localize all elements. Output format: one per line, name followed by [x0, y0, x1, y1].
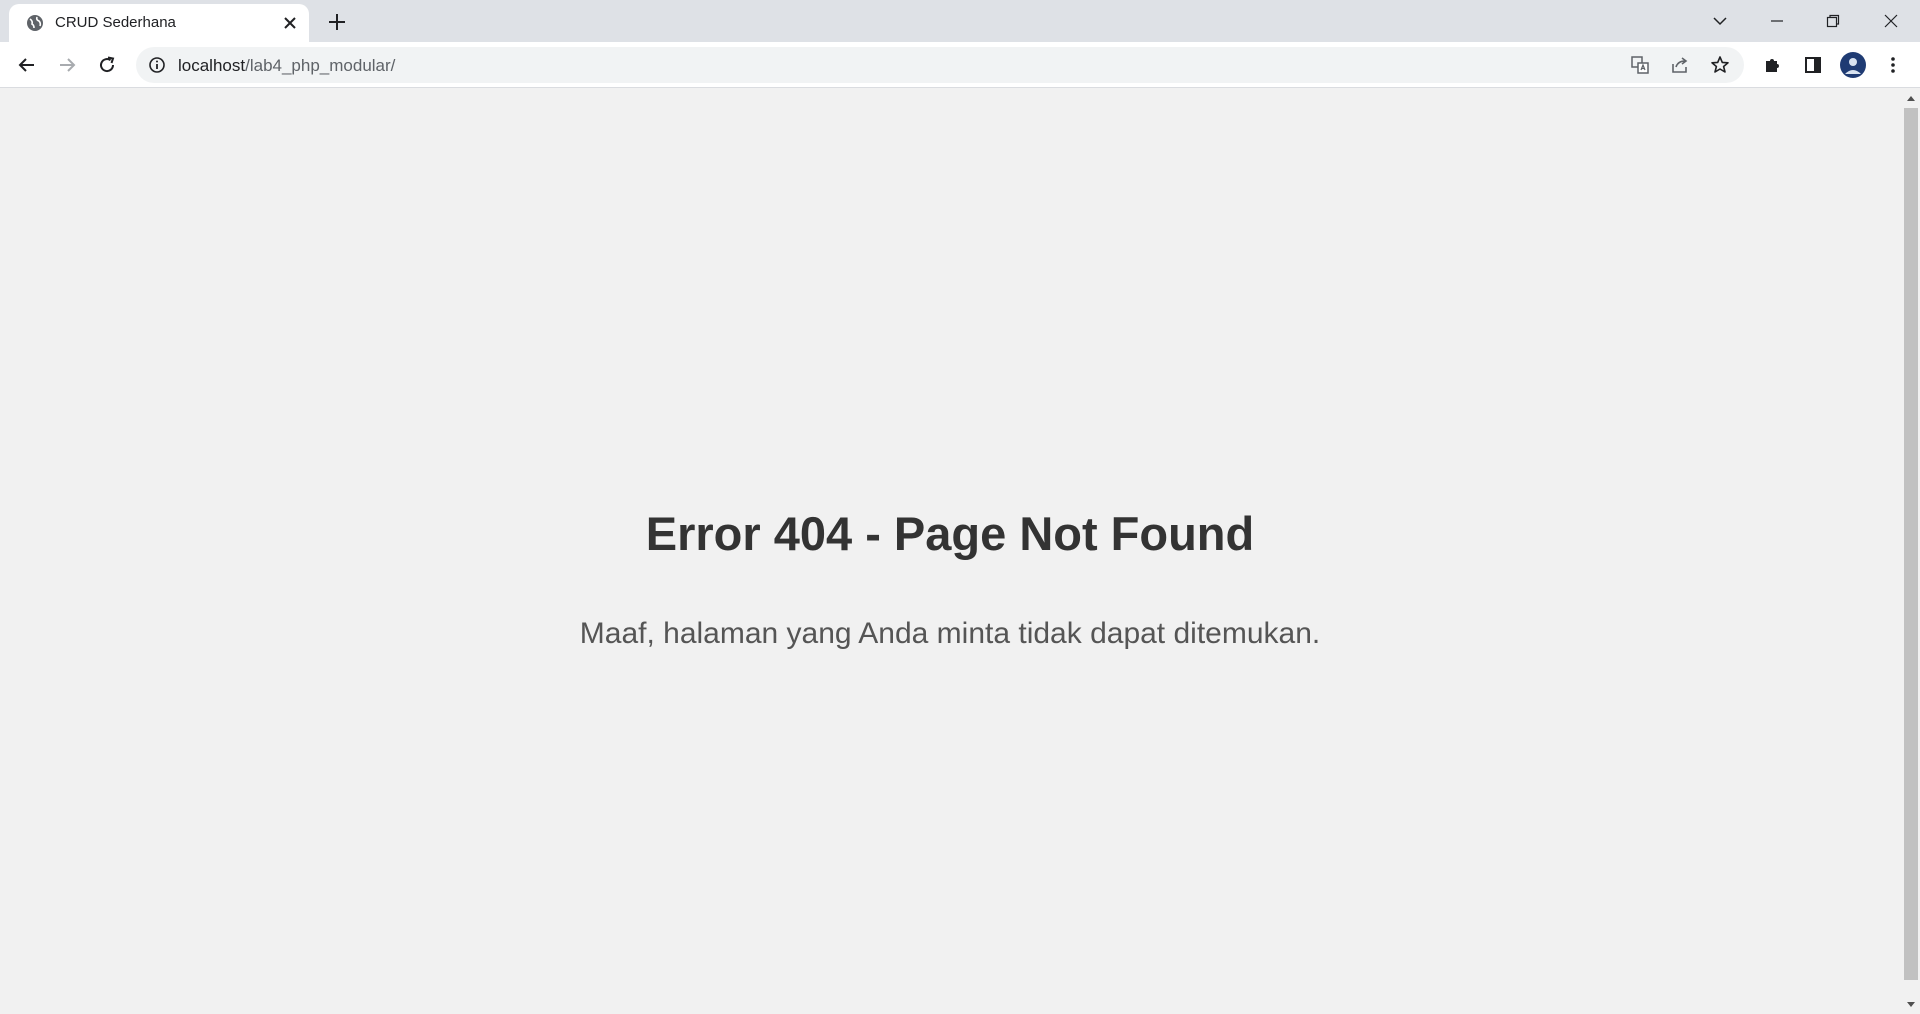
- back-button[interactable]: [12, 50, 42, 80]
- bookmark-button[interactable]: [1708, 53, 1732, 77]
- side-panel-button[interactable]: [1798, 50, 1828, 80]
- kebab-menu-icon: [1891, 57, 1895, 73]
- translate-button[interactable]: [1628, 53, 1652, 77]
- side-panel-icon: [1805, 57, 1821, 73]
- page-content: Error 404 - Page Not Found Maaf, halaman…: [0, 88, 1900, 1014]
- close-icon: [1884, 14, 1898, 28]
- plus-icon[interactable]: [325, 10, 349, 34]
- minimize-button[interactable]: [1762, 6, 1792, 36]
- menu-button[interactable]: [1878, 50, 1908, 80]
- tab-search-button[interactable]: [1705, 6, 1735, 36]
- puzzle-icon: [1766, 59, 1779, 72]
- browser-toolbar: localhost/lab4_php_modular/: [0, 42, 1920, 88]
- page-title: Error 404 - Page Not Found: [645, 507, 1255, 560]
- info-icon[interactable]: [148, 56, 166, 74]
- profile-button[interactable]: [1838, 50, 1868, 80]
- close-icon[interactable]: [281, 14, 299, 32]
- url-text: localhost/lab4_php_modular/: [178, 56, 395, 76]
- minimize-icon: [1771, 20, 1783, 22]
- address-bar[interactable]: localhost/lab4_php_modular/: [136, 47, 1744, 83]
- restore-button[interactable]: [1818, 6, 1848, 36]
- translate-icon: [1631, 56, 1649, 74]
- forward-button[interactable]: [52, 50, 82, 80]
- browser-tab[interactable]: CRUD Sederhana: [9, 4, 309, 42]
- extensions-button[interactable]: [1758, 50, 1788, 80]
- tab-title: CRUD Sederhana: [55, 14, 176, 31]
- globe-icon: [27, 15, 43, 31]
- vertical-scrollbar[interactable]: [1900, 88, 1920, 1014]
- close-window-button[interactable]: [1876, 6, 1906, 36]
- arrow-right-icon: [60, 58, 76, 72]
- arrow-left-icon: [18, 58, 34, 72]
- scroll-down-icon[interactable]: [1905, 1000, 1917, 1010]
- tab-strip: CRUD Sederhana: [0, 0, 1920, 42]
- reload-icon: [100, 56, 115, 73]
- url-host: localhost: [178, 56, 246, 75]
- error-message: Maaf, halaman yang Anda minta tidak dapa…: [579, 617, 1321, 650]
- star-icon: [1711, 56, 1729, 73]
- scrollbar-thumb[interactable]: [1904, 108, 1918, 980]
- avatar: [1840, 52, 1866, 78]
- restore-icon: [1826, 14, 1840, 28]
- share-icon: [1672, 57, 1688, 73]
- reload-button[interactable]: [92, 50, 122, 80]
- chevron-down-icon: [1713, 17, 1727, 26]
- url-path: /lab4_php_modular/: [245, 56, 396, 75]
- share-button[interactable]: [1668, 53, 1692, 77]
- scroll-up-icon[interactable]: [1905, 93, 1917, 103]
